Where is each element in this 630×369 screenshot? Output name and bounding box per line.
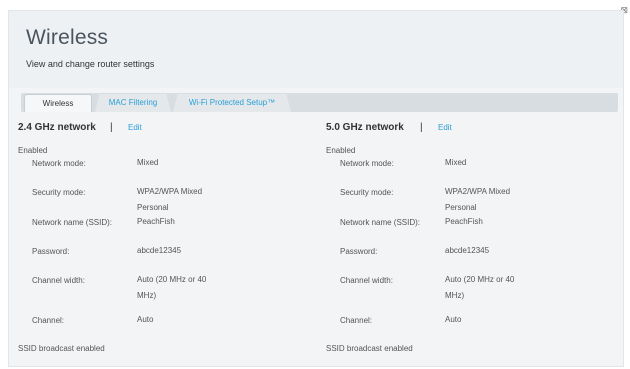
tab-wireless[interactable]: Wireless <box>24 94 92 112</box>
network-title: 5.0 GHz network <box>326 122 404 133</box>
page-title: Wireless <box>26 26 109 49</box>
tab-wifi-protected-setup[interactable]: Wi-Fi Protected Setup™ <box>173 94 291 112</box>
ssid-label: Network name (SSID): <box>340 218 421 227</box>
channel-width-label: Channel width: <box>32 276 85 285</box>
ssid-value: PeachFish <box>137 217 175 226</box>
header-separator: | <box>420 122 423 133</box>
network-title: 2.4 GHz network <box>18 122 96 133</box>
password-label: Password: <box>32 247 70 256</box>
channel-width-label: Channel width: <box>340 276 393 285</box>
network-status: Enabled <box>326 146 356 155</box>
ssid-label: Network name (SSID): <box>32 218 113 227</box>
network-mode-label: Network mode: <box>32 159 86 168</box>
password-label: Password: <box>340 247 378 256</box>
security-mode-value: WPA2/WPA Mixed Personal <box>445 187 511 212</box>
network-status: Enabled <box>18 146 48 155</box>
network-mode-value: Mixed <box>137 158 159 167</box>
password-value: abcde12345 <box>445 246 490 255</box>
main-panel: Wireless View and change router settings… <box>8 10 624 367</box>
header-separator: | <box>110 122 113 133</box>
security-mode-label: Security mode: <box>32 188 86 197</box>
channel-value: Auto <box>445 315 462 324</box>
page-header: Wireless View and change router settings <box>9 11 623 88</box>
security-mode-value: WPA2/WPA Mixed Personal <box>137 187 203 212</box>
ssid-broadcast-status: SSID broadcast enabled <box>326 344 413 353</box>
channel-value: Auto <box>137 315 154 324</box>
network-mode-value: Mixed <box>445 158 467 167</box>
ssid-broadcast-status: SSID broadcast enabled <box>18 344 105 353</box>
password-value: abcde12345 <box>137 246 182 255</box>
tab-bar: Wireless MAC Filtering Wi-Fi Protected S… <box>21 93 618 112</box>
edit-link[interactable]: Edit <box>128 123 142 132</box>
network-header: 2.4 GHz network | Edit <box>18 122 308 136</box>
channel-width-value: Auto (20 MHz or 40 MHz) <box>445 275 515 300</box>
tab-mac-filtering[interactable]: MAC Filtering <box>95 94 171 112</box>
network-header: 5.0 GHz network | Edit <box>326 122 616 136</box>
network-mode-label: Network mode: <box>340 159 394 168</box>
security-mode-label: Security mode: <box>340 188 394 197</box>
channel-label: Channel: <box>340 316 373 325</box>
channel-label: Channel: <box>32 316 65 325</box>
page-subtitle: View and change router settings <box>26 59 155 69</box>
channel-width-value: Auto (20 MHz or 40 MHz) <box>137 275 207 300</box>
edit-link[interactable]: Edit <box>438 123 452 132</box>
ssid-value: PeachFish <box>445 217 483 226</box>
